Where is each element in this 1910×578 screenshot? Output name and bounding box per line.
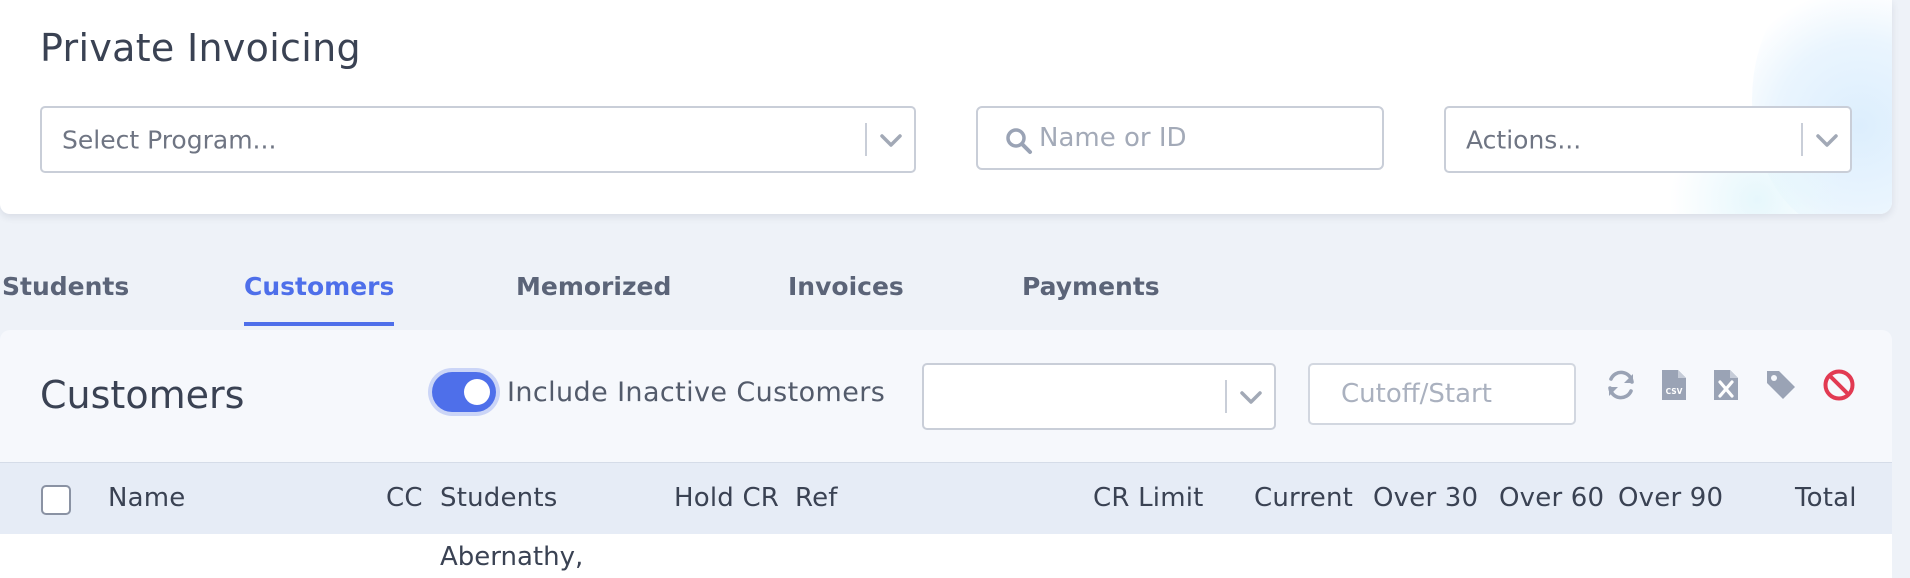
chevron-down-icon[interactable]: [1236, 382, 1266, 412]
ban-icon[interactable]: [1822, 368, 1856, 402]
tab-customers[interactable]: Customers: [244, 262, 395, 326]
tab-invoices[interactable]: Invoices: [788, 262, 904, 326]
csv-file-icon[interactable]: CSV: [1660, 368, 1688, 402]
search-input[interactable]: Name or ID: [976, 106, 1384, 170]
tab-memorized[interactable]: Memorized: [516, 262, 671, 326]
select-separator: [1225, 380, 1227, 413]
tab-students[interactable]: Students: [2, 262, 129, 326]
panel-title: Customers: [40, 373, 245, 417]
page-title: Private Invoicing: [40, 26, 361, 70]
customers-panel: Customers Include Inactive Customers Cut…: [0, 330, 1892, 578]
cell-students: Abernathy,: [440, 542, 584, 572]
column-header-hold-cr[interactable]: Hold CR: [674, 483, 779, 513]
tag-icon[interactable]: [1764, 368, 1798, 402]
header-card: Private Invoicing Select Program... Name…: [0, 0, 1892, 214]
column-header-over-30[interactable]: Over 30: [1373, 483, 1478, 513]
column-header-students[interactable]: Students: [440, 483, 558, 513]
chevron-down-icon[interactable]: [1812, 125, 1842, 155]
column-header-current[interactable]: Current: [1254, 483, 1353, 513]
cutoff-placeholder: Cutoff/Start: [1341, 379, 1492, 409]
excel-file-icon[interactable]: [1712, 368, 1740, 402]
tab-payments[interactable]: Payments: [1022, 262, 1160, 326]
filter-select[interactable]: [922, 363, 1276, 430]
column-header-cr-limit[interactable]: CR Limit: [1093, 483, 1204, 513]
include-inactive-label[interactable]: Include Inactive Customers: [507, 377, 885, 408]
svg-text:CSV: CSV: [1666, 387, 1683, 396]
toggle-knob: [464, 379, 490, 405]
column-header-over-60[interactable]: Over 60: [1499, 483, 1604, 513]
actions-select[interactable]: Actions...: [1444, 106, 1852, 173]
column-header-total[interactable]: Total: [1795, 483, 1857, 513]
actions-select-placeholder: Actions...: [1466, 125, 1582, 154]
table-row[interactable]: Abernathy,: [0, 534, 1892, 578]
cutoff-start-input[interactable]: Cutoff/Start: [1308, 363, 1576, 425]
search-icon: [1006, 128, 1032, 154]
chevron-down-icon[interactable]: [876, 125, 906, 155]
select-all-checkbox[interactable]: [41, 485, 71, 515]
program-select-placeholder: Select Program...: [62, 125, 277, 154]
column-header-ref[interactable]: Ref: [795, 483, 838, 513]
column-header-over-90[interactable]: Over 90: [1618, 483, 1723, 513]
column-header-name[interactable]: Name: [108, 483, 186, 513]
select-separator: [865, 123, 867, 156]
table-header: Name CC Students Hold CR Ref CR Limit Cu…: [0, 462, 1892, 534]
column-header-cc[interactable]: CC: [386, 483, 423, 513]
program-select[interactable]: Select Program...: [40, 106, 916, 173]
include-inactive-toggle[interactable]: [432, 372, 496, 412]
select-separator: [1801, 123, 1803, 156]
tab-bar: Students Customers Memorized Invoices Pa…: [0, 262, 1910, 326]
refresh-icon[interactable]: [1604, 368, 1638, 402]
search-placeholder: Name or ID: [1039, 123, 1187, 153]
